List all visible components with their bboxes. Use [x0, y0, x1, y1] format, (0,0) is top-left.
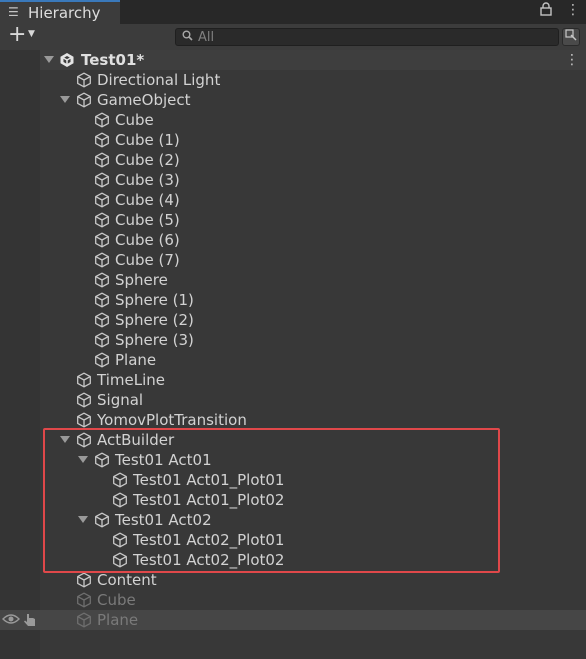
hierarchy-item-label: Cube (7): [115, 251, 180, 269]
cube-icon: [94, 192, 110, 208]
cube-icon: [94, 112, 110, 128]
cube-icon: [94, 132, 110, 148]
scene-name: Test01*: [81, 51, 145, 69]
hierarchy-item[interactable]: Plane: [0, 610, 586, 630]
search-field[interactable]: [175, 28, 559, 46]
cube-icon: [94, 292, 110, 308]
cube-icon: [76, 392, 92, 408]
cube-icon: [76, 412, 92, 428]
hierarchy-item-label: Sphere (3): [115, 331, 194, 349]
cube-icon: [94, 212, 110, 228]
visibility-gutter: [0, 50, 40, 659]
cube-icon: [76, 72, 92, 88]
add-object-button[interactable]: + ▼: [6, 22, 40, 47]
hierarchy-item[interactable]: Cube (7): [40, 250, 586, 270]
hierarchy-item[interactable]: Cube (1): [40, 130, 586, 150]
hierarchy-toolbar: + ▼: [0, 22, 586, 51]
hierarchy-item-label: Cube (5): [115, 211, 180, 229]
hierarchy-item[interactable]: Cube (4): [40, 190, 586, 210]
hierarchy-item-label: Cube (1): [115, 131, 180, 149]
hierarchy-item-label: Sphere (2): [115, 311, 194, 329]
unity-logo-icon: [59, 52, 75, 68]
hierarchy-item[interactable]: YomovPlotTransition: [40, 410, 586, 430]
hierarchy-item[interactable]: Cube: [40, 590, 586, 610]
cube-icon: [94, 272, 110, 288]
hierarchy-item[interactable]: Sphere (1): [40, 290, 586, 310]
highlight-box: [43, 428, 500, 573]
kebab-menu-icon[interactable]: ⋮: [565, 50, 579, 70]
hierarchy-item[interactable]: Sphere: [40, 270, 586, 290]
hierarchy-item-label: Cube (2): [115, 151, 180, 169]
hierarchy-item[interactable]: Cube (2): [40, 150, 586, 170]
hierarchy-item-label: Plane: [97, 611, 139, 629]
hierarchy-item[interactable]: Signal: [40, 390, 586, 410]
cube-icon: [76, 612, 92, 628]
hierarchy-item[interactable]: Directional Light: [40, 70, 586, 90]
hierarchy-item-label: Plane: [115, 351, 157, 369]
tab-label: Hierarchy: [28, 4, 101, 22]
hierarchy-item-label: Content: [97, 571, 157, 589]
hierarchy-item-label: GameObject: [97, 91, 191, 109]
hierarchy-item[interactable]: Plane: [40, 350, 586, 370]
hierarchy-item-label: Cube: [115, 111, 154, 129]
tab-hierarchy[interactable]: ☰ Hierarchy: [0, 0, 120, 24]
plus-icon: +: [8, 22, 27, 47]
hierarchy-item[interactable]: Content: [40, 570, 586, 590]
cube-icon: [76, 372, 92, 388]
foldout-arrow[interactable]: [44, 56, 54, 63]
hierarchy-item[interactable]: Sphere (3): [40, 330, 586, 350]
cube-icon: [94, 252, 110, 268]
hierarchy-item-label: Sphere: [115, 271, 168, 289]
hierarchy-item[interactable]: Cube: [40, 110, 586, 130]
hierarchy-item-label: Signal: [97, 391, 144, 409]
hierarchy-item[interactable]: GameObject: [40, 90, 586, 110]
hierarchy-item-label: Cube (6): [115, 231, 180, 249]
kebab-menu-icon[interactable]: ⋮: [566, 2, 580, 18]
hierarchy-item-label: Sphere (1): [115, 291, 194, 309]
scene-view-icon[interactable]: [562, 28, 580, 46]
hierarchy-item[interactable]: Cube (3): [40, 170, 586, 190]
hierarchy-item-label: Directional Light: [97, 71, 221, 89]
list-icon: ☰: [8, 5, 19, 19]
cube-icon: [94, 172, 110, 188]
caret-down-icon: ▼: [28, 29, 35, 39]
lock-icon[interactable]: [540, 2, 552, 20]
cube-icon: [94, 352, 110, 368]
search-input[interactable]: [198, 29, 548, 45]
hierarchy-item[interactable]: Sphere (2): [40, 310, 586, 330]
hierarchy-item[interactable]: Cube (6): [40, 230, 586, 250]
foldout-arrow[interactable]: [60, 96, 70, 103]
hierarchy-item-label: Cube (3): [115, 171, 180, 189]
cube-icon: [76, 592, 92, 608]
hierarchy-item-label: YomovPlotTransition: [97, 411, 247, 429]
hierarchy-item[interactable]: Cube (5): [40, 210, 586, 230]
eye-icon[interactable]: [2, 612, 20, 630]
cube-icon: [94, 312, 110, 328]
hand-pointer-icon[interactable]: [22, 612, 38, 632]
tab-bar: ☰ Hierarchy ⋮: [0, 0, 586, 24]
hierarchy-item-label: TimeLine: [97, 371, 165, 389]
cube-icon: [94, 152, 110, 168]
hierarchy-item[interactable]: TimeLine: [40, 370, 586, 390]
cube-icon: [76, 572, 92, 588]
search-icon: [182, 30, 193, 44]
cube-icon: [94, 232, 110, 248]
scene-header[interactable]: Test01* ⋮: [40, 50, 586, 70]
cube-icon: [76, 92, 92, 108]
hierarchy-item-label: Cube: [97, 591, 136, 609]
hierarchy-item-label: Cube (4): [115, 191, 180, 209]
cube-icon: [94, 332, 110, 348]
